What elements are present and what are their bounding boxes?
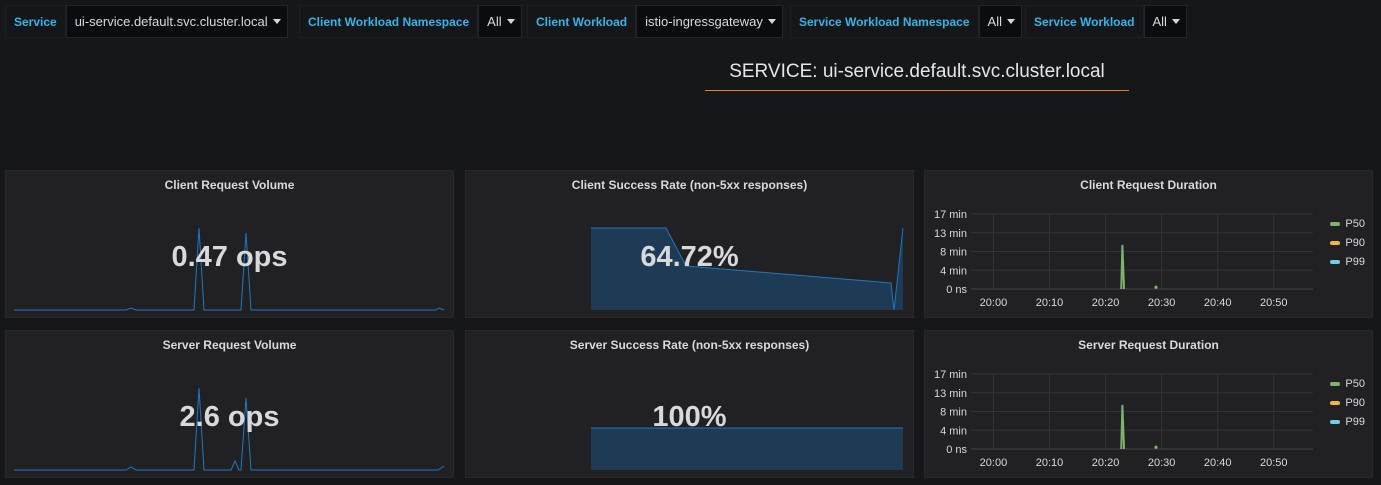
panel-server-request-volume[interactable]: Server Request Volume 2.6 ops <box>5 330 454 478</box>
legend-label: P90 <box>1345 396 1365 409</box>
caret-down-icon <box>1006 19 1015 24</box>
panel-server-request-duration[interactable]: Server Request Duration 17 min 13 min 8 mi… <box>924 330 1373 478</box>
variable-client-workload: Client Workload istio-ingressgateway <box>527 5 783 38</box>
chart-legend: P50 P90 P99 <box>1330 214 1365 271</box>
p50-swatch-icon <box>1330 381 1341 386</box>
stat-value: 0.47 ops <box>171 241 288 273</box>
dropdown-value: All <box>987 14 1002 29</box>
stat-value: 100% <box>652 401 727 433</box>
panel-client-request-volume[interactable]: Client Request Volume 0.47 ops <box>5 170 454 318</box>
y-tick-label: 8 min <box>940 407 967 419</box>
caret-down-icon <box>1171 19 1180 24</box>
client-workload-namespace-dropdown[interactable]: All <box>478 5 522 38</box>
duration-chart: 17 min 13 min 8 min 4 min 0 ns 20:00 20:10 20:2… <box>934 369 1313 469</box>
dropdown-value: All <box>487 14 502 29</box>
variable-service-workload-namespace: Service Workload Namespace All <box>790 5 1022 38</box>
x-tick-label: 20:00 <box>980 457 1008 469</box>
y-tick-label: 17 min <box>934 369 967 381</box>
x-tick-label: 20:00 <box>980 297 1008 309</box>
p99-swatch-icon <box>1330 419 1341 424</box>
p99-swatch-icon <box>1330 259 1341 264</box>
y-tick-label: 0 ns <box>946 444 967 456</box>
service-workload-namespace-dropdown[interactable]: All <box>978 5 1022 38</box>
legend-item-p90[interactable]: P90 <box>1330 393 1365 412</box>
legend-item-p50[interactable]: P50 <box>1330 374 1365 393</box>
dropdown-value: All <box>1152 14 1167 29</box>
variable-label: Service <box>5 5 66 38</box>
y-tick-label: 4 min <box>940 425 967 437</box>
x-tick-label: 20:40 <box>1204 297 1232 309</box>
y-tick-label: 17 min <box>934 209 967 221</box>
y-tick-label: 4 min <box>940 265 967 277</box>
y-tick-label: 13 min <box>934 388 967 400</box>
legend-label: P50 <box>1345 377 1365 390</box>
y-tick-label: 8 min <box>940 247 967 259</box>
y-tick-label: 0 ns <box>946 284 967 296</box>
x-tick-label: 20:10 <box>1036 457 1064 469</box>
dropdown-value: istio-ingressgateway <box>645 14 763 29</box>
variable-label: Client Workload Namespace <box>299 5 479 38</box>
legend-label: P90 <box>1345 236 1365 249</box>
client-workload-dropdown[interactable]: istio-ingressgateway <box>636 5 783 38</box>
x-tick-label: 20:30 <box>1148 297 1176 309</box>
x-tick-label: 20:30 <box>1148 457 1176 469</box>
stat-value: 64.72% <box>640 241 739 273</box>
service-title: SERVICE: ui-service.default.svc.cluster.… <box>705 60 1129 91</box>
x-tick-label: 20:20 <box>1092 297 1120 309</box>
service-workload-dropdown[interactable]: All <box>1143 5 1187 38</box>
variable-label: Client Workload <box>527 5 637 38</box>
p50-swatch-icon <box>1330 221 1341 226</box>
x-tick-label: 20:20 <box>1092 457 1120 469</box>
caret-down-icon <box>767 19 776 24</box>
legend-label: P99 <box>1345 415 1365 428</box>
legend-item-p99[interactable]: P99 <box>1330 252 1365 271</box>
duration-chart: 17 min 13 min 8 min 4 min 0 ns 20:00 20:10 20:2… <box>934 209 1313 309</box>
x-tick-label: 20:40 <box>1204 457 1232 469</box>
variable-label: Service Workload Namespace <box>790 5 979 38</box>
series-point-p50 <box>1154 445 1158 449</box>
legend-item-p99[interactable]: P99 <box>1330 412 1365 431</box>
y-tick-label: 13 min <box>934 228 967 240</box>
variable-label: Service Workload <box>1025 5 1144 38</box>
variable-service: Service ui-service.default.svc.cluster.l… <box>5 5 288 38</box>
caret-down-icon <box>272 19 281 24</box>
panel-server-success-rate[interactable]: Server Success Rate (non-5xx responses) … <box>465 330 914 478</box>
dropdown-value: ui-service.default.svc.cluster.local <box>74 14 268 29</box>
legend-label: P50 <box>1345 217 1365 230</box>
series-point-p50 <box>1154 285 1158 289</box>
stat-value: 2.6 ops <box>179 401 280 433</box>
variable-client-workload-namespace: Client Workload Namespace All <box>299 5 522 38</box>
legend-item-p50[interactable]: P50 <box>1330 214 1365 233</box>
legend-item-p90[interactable]: P90 <box>1330 233 1365 252</box>
x-tick-label: 20:50 <box>1260 457 1288 469</box>
x-tick-label: 20:10 <box>1036 297 1064 309</box>
p90-swatch-icon <box>1330 240 1341 245</box>
p90-swatch-icon <box>1330 400 1341 405</box>
variable-service-workload: Service Workload All <box>1025 5 1187 38</box>
service-dropdown[interactable]: ui-service.default.svc.cluster.local <box>65 5 288 38</box>
legend-label: P99 <box>1345 255 1365 268</box>
panel-client-request-duration[interactable]: Client Request Duration 17 min 13 min 8 mi… <box>924 170 1373 318</box>
panel-client-success-rate[interactable]: Client Success Rate (non-5xx responses) … <box>465 170 914 318</box>
caret-down-icon <box>506 19 515 24</box>
chart-legend: P50 P90 P99 <box>1330 374 1365 431</box>
x-tick-label: 20:50 <box>1260 297 1288 309</box>
